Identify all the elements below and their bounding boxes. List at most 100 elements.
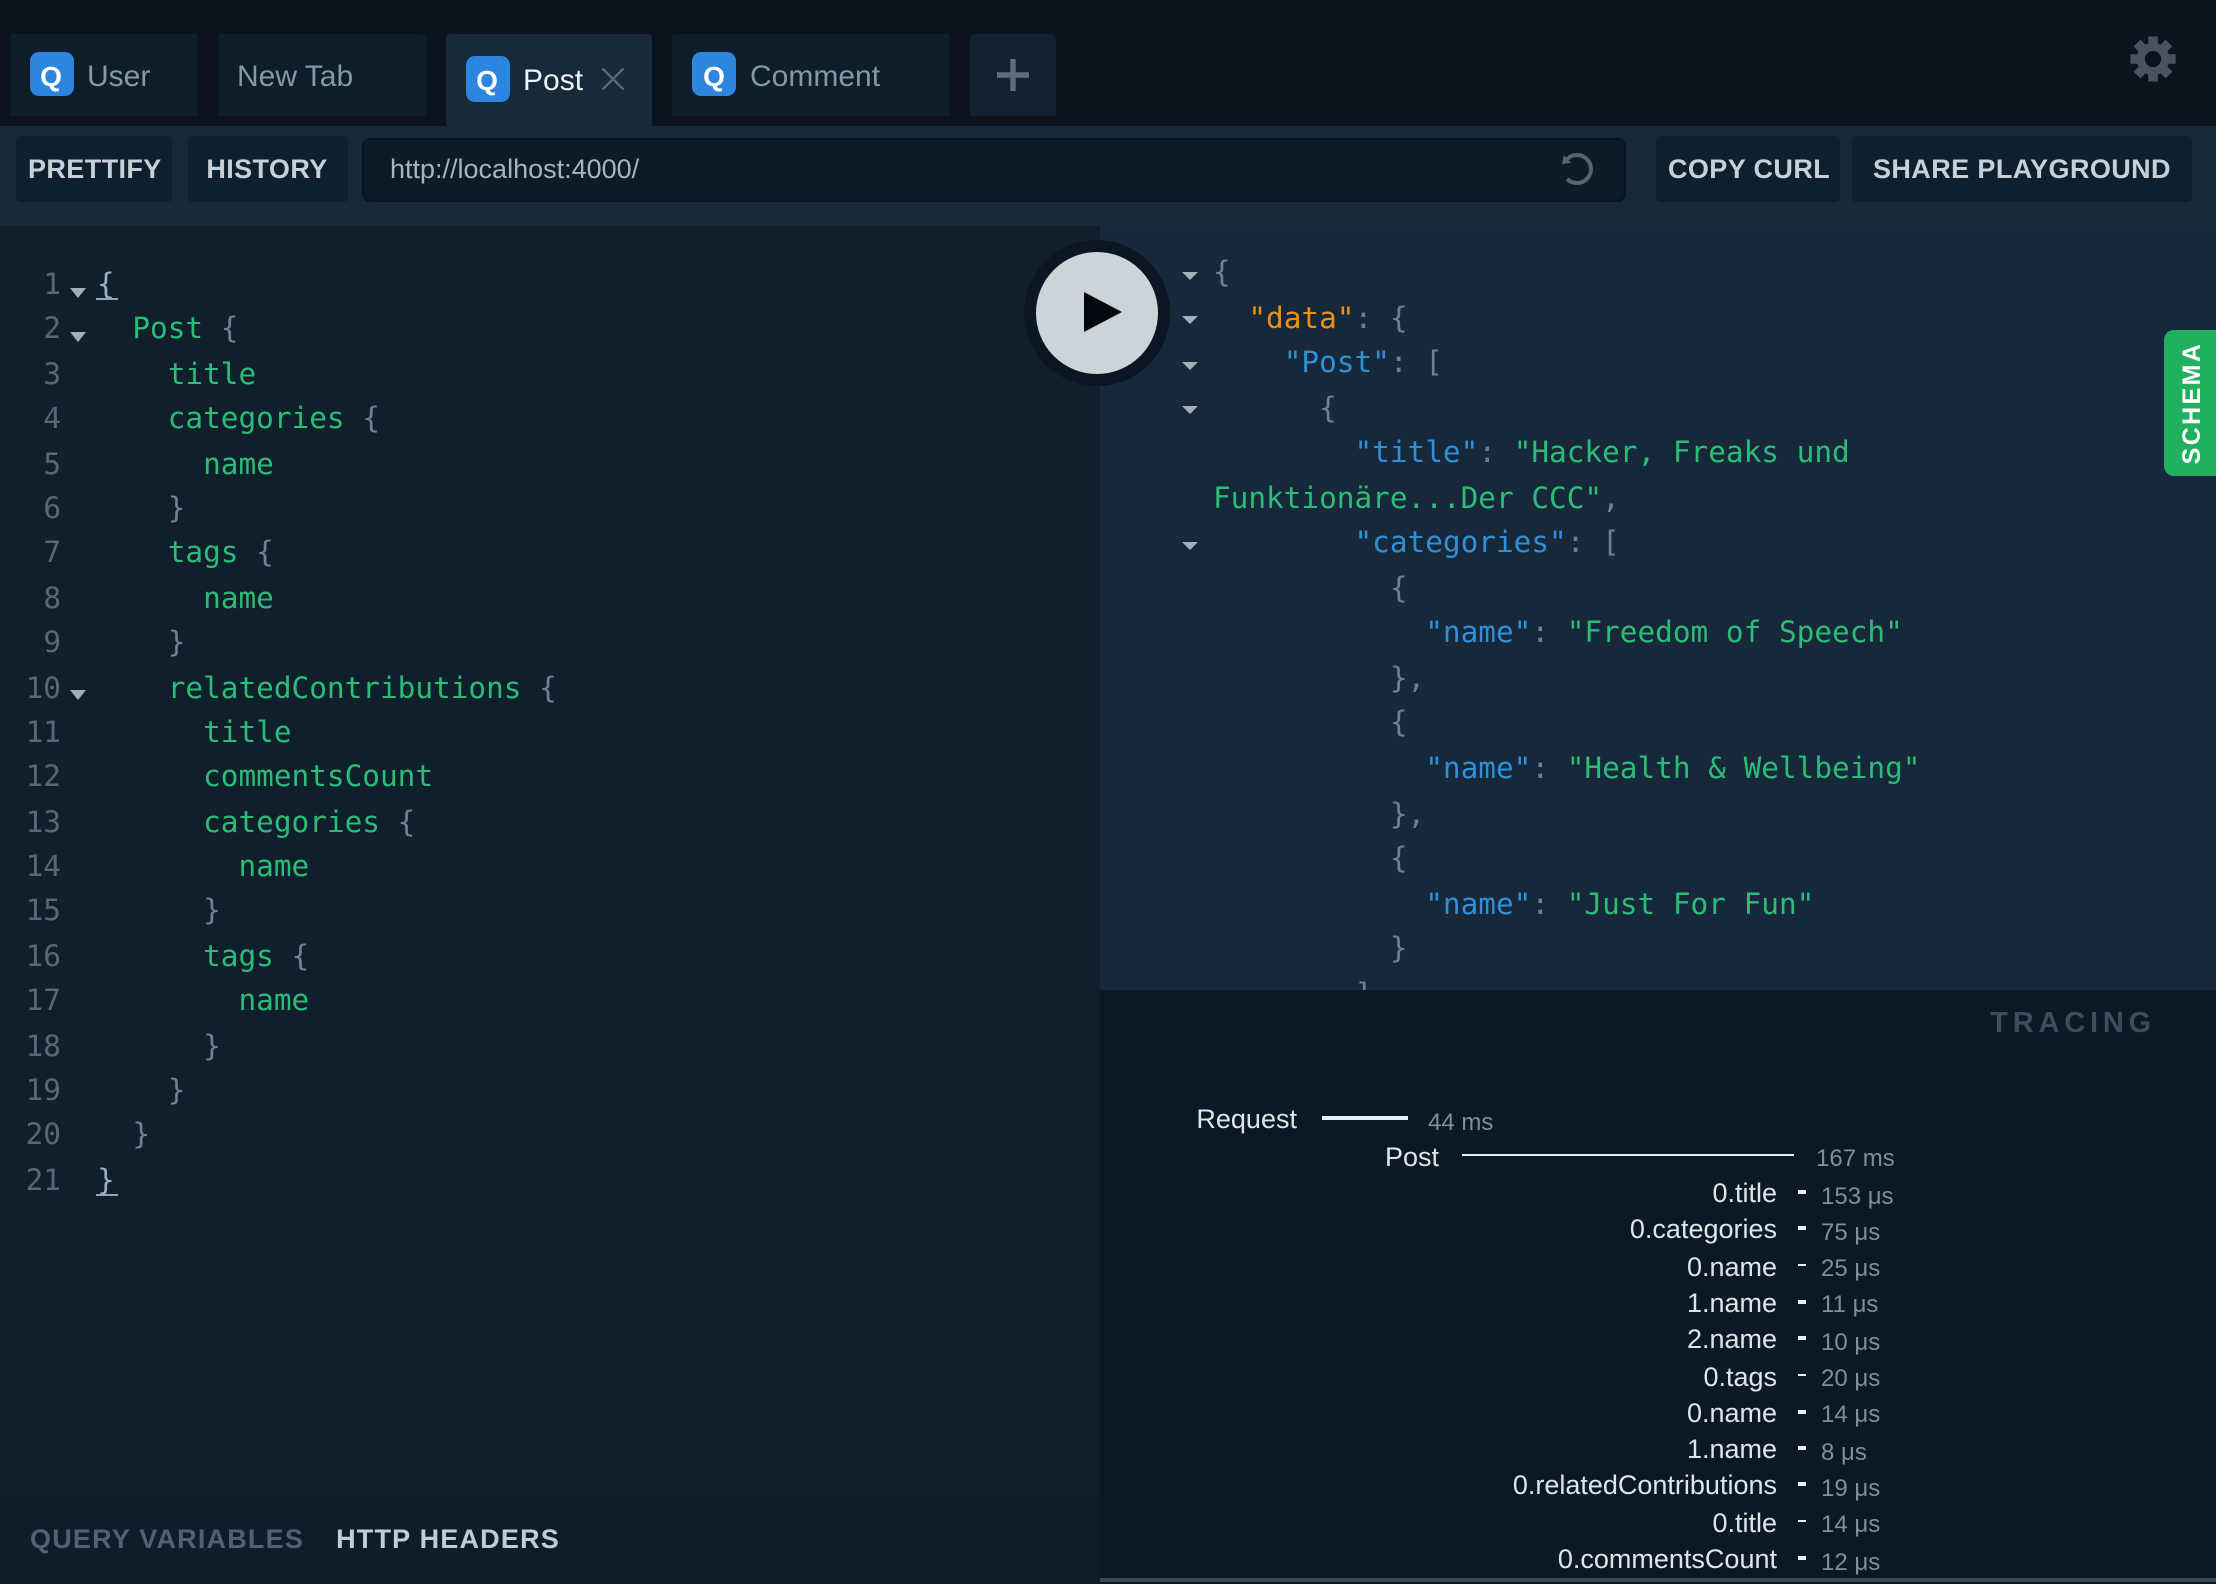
collapse-arrow-icon[interactable] xyxy=(1182,316,1198,325)
code-text: "categories": [ xyxy=(1354,526,1620,561)
tracing-row: 0.tags 20 μs xyxy=(1100,1361,2216,1398)
copy-curl-button[interactable]: COPY CURL xyxy=(1656,136,1840,202)
tracing-row: 0.title 153 μs xyxy=(1100,1178,2216,1215)
response-line: { xyxy=(1100,387,2216,432)
line-number: 10 xyxy=(25,671,61,706)
tracing-row-bar xyxy=(1797,1446,1805,1450)
response-line: "categories": [ xyxy=(1100,523,2216,568)
tracing-row-bar xyxy=(1797,1263,1805,1267)
fold-arrow-icon[interactable] xyxy=(61,667,97,712)
tracing-row: 1.name 8 μs xyxy=(1100,1434,2216,1471)
tracing-row-label: 1.name xyxy=(1686,1434,1777,1465)
editor-line: 15 } xyxy=(0,891,1100,936)
prettify-button[interactable]: PRETTIFY xyxy=(16,136,172,202)
close-tab-icon[interactable] xyxy=(601,68,624,90)
tracing-row-label: Request xyxy=(1196,1104,1297,1135)
tracing-row-label: 0.commentsCount xyxy=(1557,1544,1777,1574)
tab-comment[interactable]: Q Comment xyxy=(672,33,950,115)
line-number: 6 xyxy=(43,491,61,526)
tab-bar: Q User New Tab Q Post Q Comment xyxy=(0,0,2216,125)
code-text: } xyxy=(97,1074,186,1109)
response-line: }, xyxy=(1100,658,2216,703)
tracing-row-bar xyxy=(1797,1190,1805,1194)
fold-arrow-icon[interactable] xyxy=(61,264,97,309)
tracing-row-bar xyxy=(1797,1336,1805,1340)
execute-query-button[interactable] xyxy=(1024,239,1170,385)
tab-label: Post xyxy=(523,64,584,98)
tracing-row-bar xyxy=(1797,1482,1805,1487)
response-line: { xyxy=(1100,703,2216,748)
history-button[interactable]: HISTORY xyxy=(187,136,347,202)
code-text: name xyxy=(203,581,274,616)
query-editor-pane[interactable]: 1{2 Post {3 title 4 categories {5 name 6 }… xyxy=(0,225,1100,1495)
line-number: 19 xyxy=(25,1074,61,1109)
endpoint-url-input[interactable] xyxy=(390,154,1540,184)
response-lines: { "data": { "Post": [ { "title": "Hacker… xyxy=(1100,225,2216,990)
response-line: } xyxy=(1100,928,2216,973)
code-text: "name": "Health & Wellbeing" xyxy=(1425,752,1921,787)
collapse-arrow-icon[interactable] xyxy=(1182,361,1198,370)
response-line: "name": "Freedom of Speech" xyxy=(1100,613,2216,658)
tracing-row-label: 0.relatedContributions xyxy=(1512,1470,1777,1501)
tracing-row: 2.name 10 μs xyxy=(1100,1324,2216,1361)
editor-line: 12 commentsCount xyxy=(0,757,1100,802)
code-text: title xyxy=(203,715,292,750)
line-number: 3 xyxy=(43,357,61,392)
editor-line: 5 name xyxy=(0,443,1100,488)
fold-arrow-icon[interactable] xyxy=(61,309,97,354)
settings-gear-icon[interactable] xyxy=(2129,36,2175,82)
tracing-row-bar xyxy=(1797,1299,1805,1304)
toolbar: PRETTIFY HISTORY COPY CURL SHARE PLAYGRO… xyxy=(0,125,2216,225)
tracing-row-time: 12 μs xyxy=(1821,1547,1881,1575)
line-number: 16 xyxy=(25,939,61,974)
line-number: 4 xyxy=(43,402,61,437)
tab-list: Q User New Tab Q Post Q Comment xyxy=(9,33,1056,125)
tracing-row-time: 19 μs xyxy=(1821,1473,1881,1502)
http-headers-tab[interactable]: HTTP HEADERS xyxy=(336,1525,560,1555)
add-tab-button[interactable] xyxy=(970,33,1056,116)
tracing-row-label: 0.title xyxy=(1712,1507,1777,1538)
tracing-row-label: 2.name xyxy=(1686,1324,1777,1355)
line-number: 9 xyxy=(43,626,61,661)
tab-post[interactable]: Q Post xyxy=(445,33,652,125)
code-text: }, xyxy=(1213,661,1426,696)
schema-side-tab[interactable]: SCHEMA xyxy=(2163,329,2216,475)
code-text: { xyxy=(1213,391,1337,426)
schema-side-tab-label: SCHEMA xyxy=(2176,340,2204,464)
code-text: "name": "Freedom of Speech" xyxy=(1425,616,1903,651)
tracing-row: 0.commentsCount 12 μs xyxy=(1100,1544,2216,1581)
graphql-playground: Q User New Tab Q Post Q Comment PRETTIFY HISTO… xyxy=(0,0,2216,1584)
reload-endpoint-icon[interactable] xyxy=(1556,148,1598,190)
fold-gutter xyxy=(61,488,97,533)
editor-line: 19 } xyxy=(0,1070,1100,1115)
query-badge: Q xyxy=(465,56,509,102)
code-text: categories { xyxy=(203,805,416,840)
collapse-arrow-icon[interactable] xyxy=(1182,271,1198,279)
collapse-arrow-icon[interactable] xyxy=(1182,406,1198,415)
response-line: "name": "Just For Fun" xyxy=(1100,883,2216,928)
query-variables-tab[interactable]: QUERY VARIABLES xyxy=(30,1525,304,1555)
play-icon xyxy=(1083,292,1121,332)
code-text: } xyxy=(97,491,186,526)
code-text: } xyxy=(97,1163,115,1198)
response-pane[interactable]: { "data": { "Post": [ { "title": "Hacker… xyxy=(1100,225,2216,990)
code-text: ] xyxy=(1100,974,2216,991)
tab-label: User xyxy=(87,59,151,93)
editor-line: 21} xyxy=(0,1160,1100,1205)
tracing-row-label: 0.title xyxy=(1712,1178,1777,1208)
query-editor-lines: 1{2 Post {3 title 4 categories {5 name 6 }… xyxy=(0,225,1100,1204)
query-badge: Q xyxy=(692,51,736,97)
code-text: name xyxy=(203,447,274,482)
tracing-row-time: 11 μs xyxy=(1821,1290,1879,1319)
tab-new-tab[interactable]: New Tab xyxy=(217,33,425,115)
share-playground-button[interactable]: SHARE PLAYGROUND xyxy=(1852,136,2192,202)
fold-gutter xyxy=(61,398,97,443)
collapse-arrow-icon[interactable] xyxy=(1182,541,1198,550)
line-number: 15 xyxy=(25,894,61,929)
tab-user[interactable]: Q User xyxy=(9,33,197,115)
code-text: Post { xyxy=(132,312,239,347)
code-text: { xyxy=(97,268,115,302)
fold-gutter xyxy=(61,1115,97,1160)
fold-gutter xyxy=(61,533,97,578)
code-text: tags { xyxy=(167,536,274,571)
